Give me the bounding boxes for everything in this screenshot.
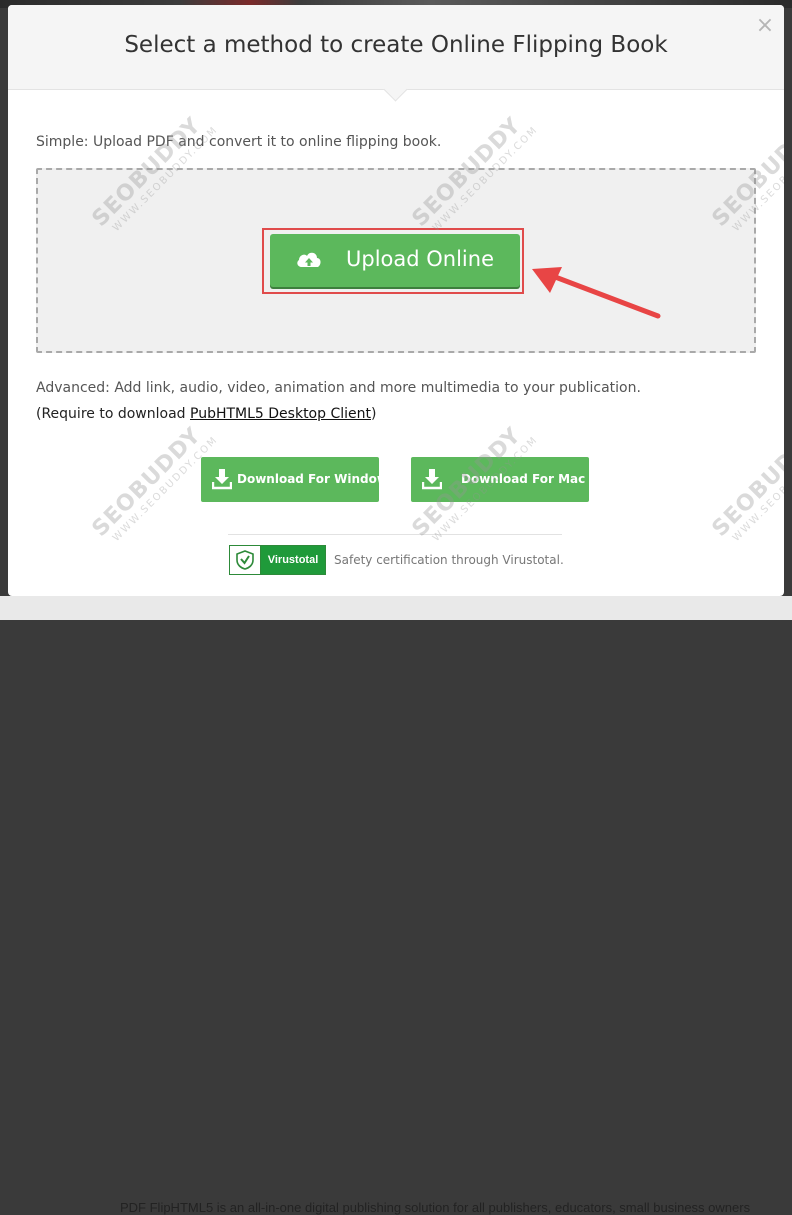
pointer-arrow-icon [532, 267, 661, 319]
download-windows-button[interactable]: Download For Windows [201, 457, 395, 502]
download-mac-button[interactable]: Download For Mac [411, 457, 589, 502]
divider [228, 534, 562, 535]
upload-online-label: Upload Online [346, 247, 494, 271]
close-icon[interactable]: × [754, 15, 776, 37]
simple-description: Simple: Upload PDF and convert it to onl… [36, 134, 442, 150]
virustotal-name: Virustotal [261, 546, 325, 574]
download-icon [422, 469, 442, 490]
watermark: SEOBUDDY WWW.SEOBUDDY.COM [707, 422, 784, 544]
virustotal-text: Safety certification through Virustotal. [334, 553, 564, 567]
background-page-bottom: PDF FlipHTML5 is an all-in-one digital p… [0, 596, 792, 1215]
advanced-description: Advanced: Add link, audio, video, animat… [36, 380, 641, 396]
require-note: (Require to download PubHTML5 Desktop Cl… [36, 406, 376, 422]
download-windows-label: Download For Windows [237, 472, 396, 486]
download-mac-label: Download For Mac [461, 472, 586, 486]
cloud-upload-icon [297, 252, 321, 267]
virustotal-badge[interactable]: Virustotal [229, 545, 326, 575]
download-icon [212, 469, 232, 490]
require-suffix: ) [371, 406, 377, 422]
modal-header: Select a method to create Online Flippin… [8, 5, 784, 102]
header-notch [383, 77, 408, 102]
shield-check-icon [230, 546, 261, 574]
desktop-client-link[interactable]: PubHTML5 Desktop Client [190, 406, 371, 422]
modal-title: Select a method to create Online Flippin… [124, 32, 668, 58]
create-book-modal: Select a method to create Online Flippin… [8, 5, 784, 596]
require-prefix: (Require to download [36, 406, 190, 422]
upload-online-button[interactable]: Upload Online [270, 234, 520, 287]
background-text: PDF FlipHTML5 is an all-in-one digital p… [120, 1200, 751, 1215]
